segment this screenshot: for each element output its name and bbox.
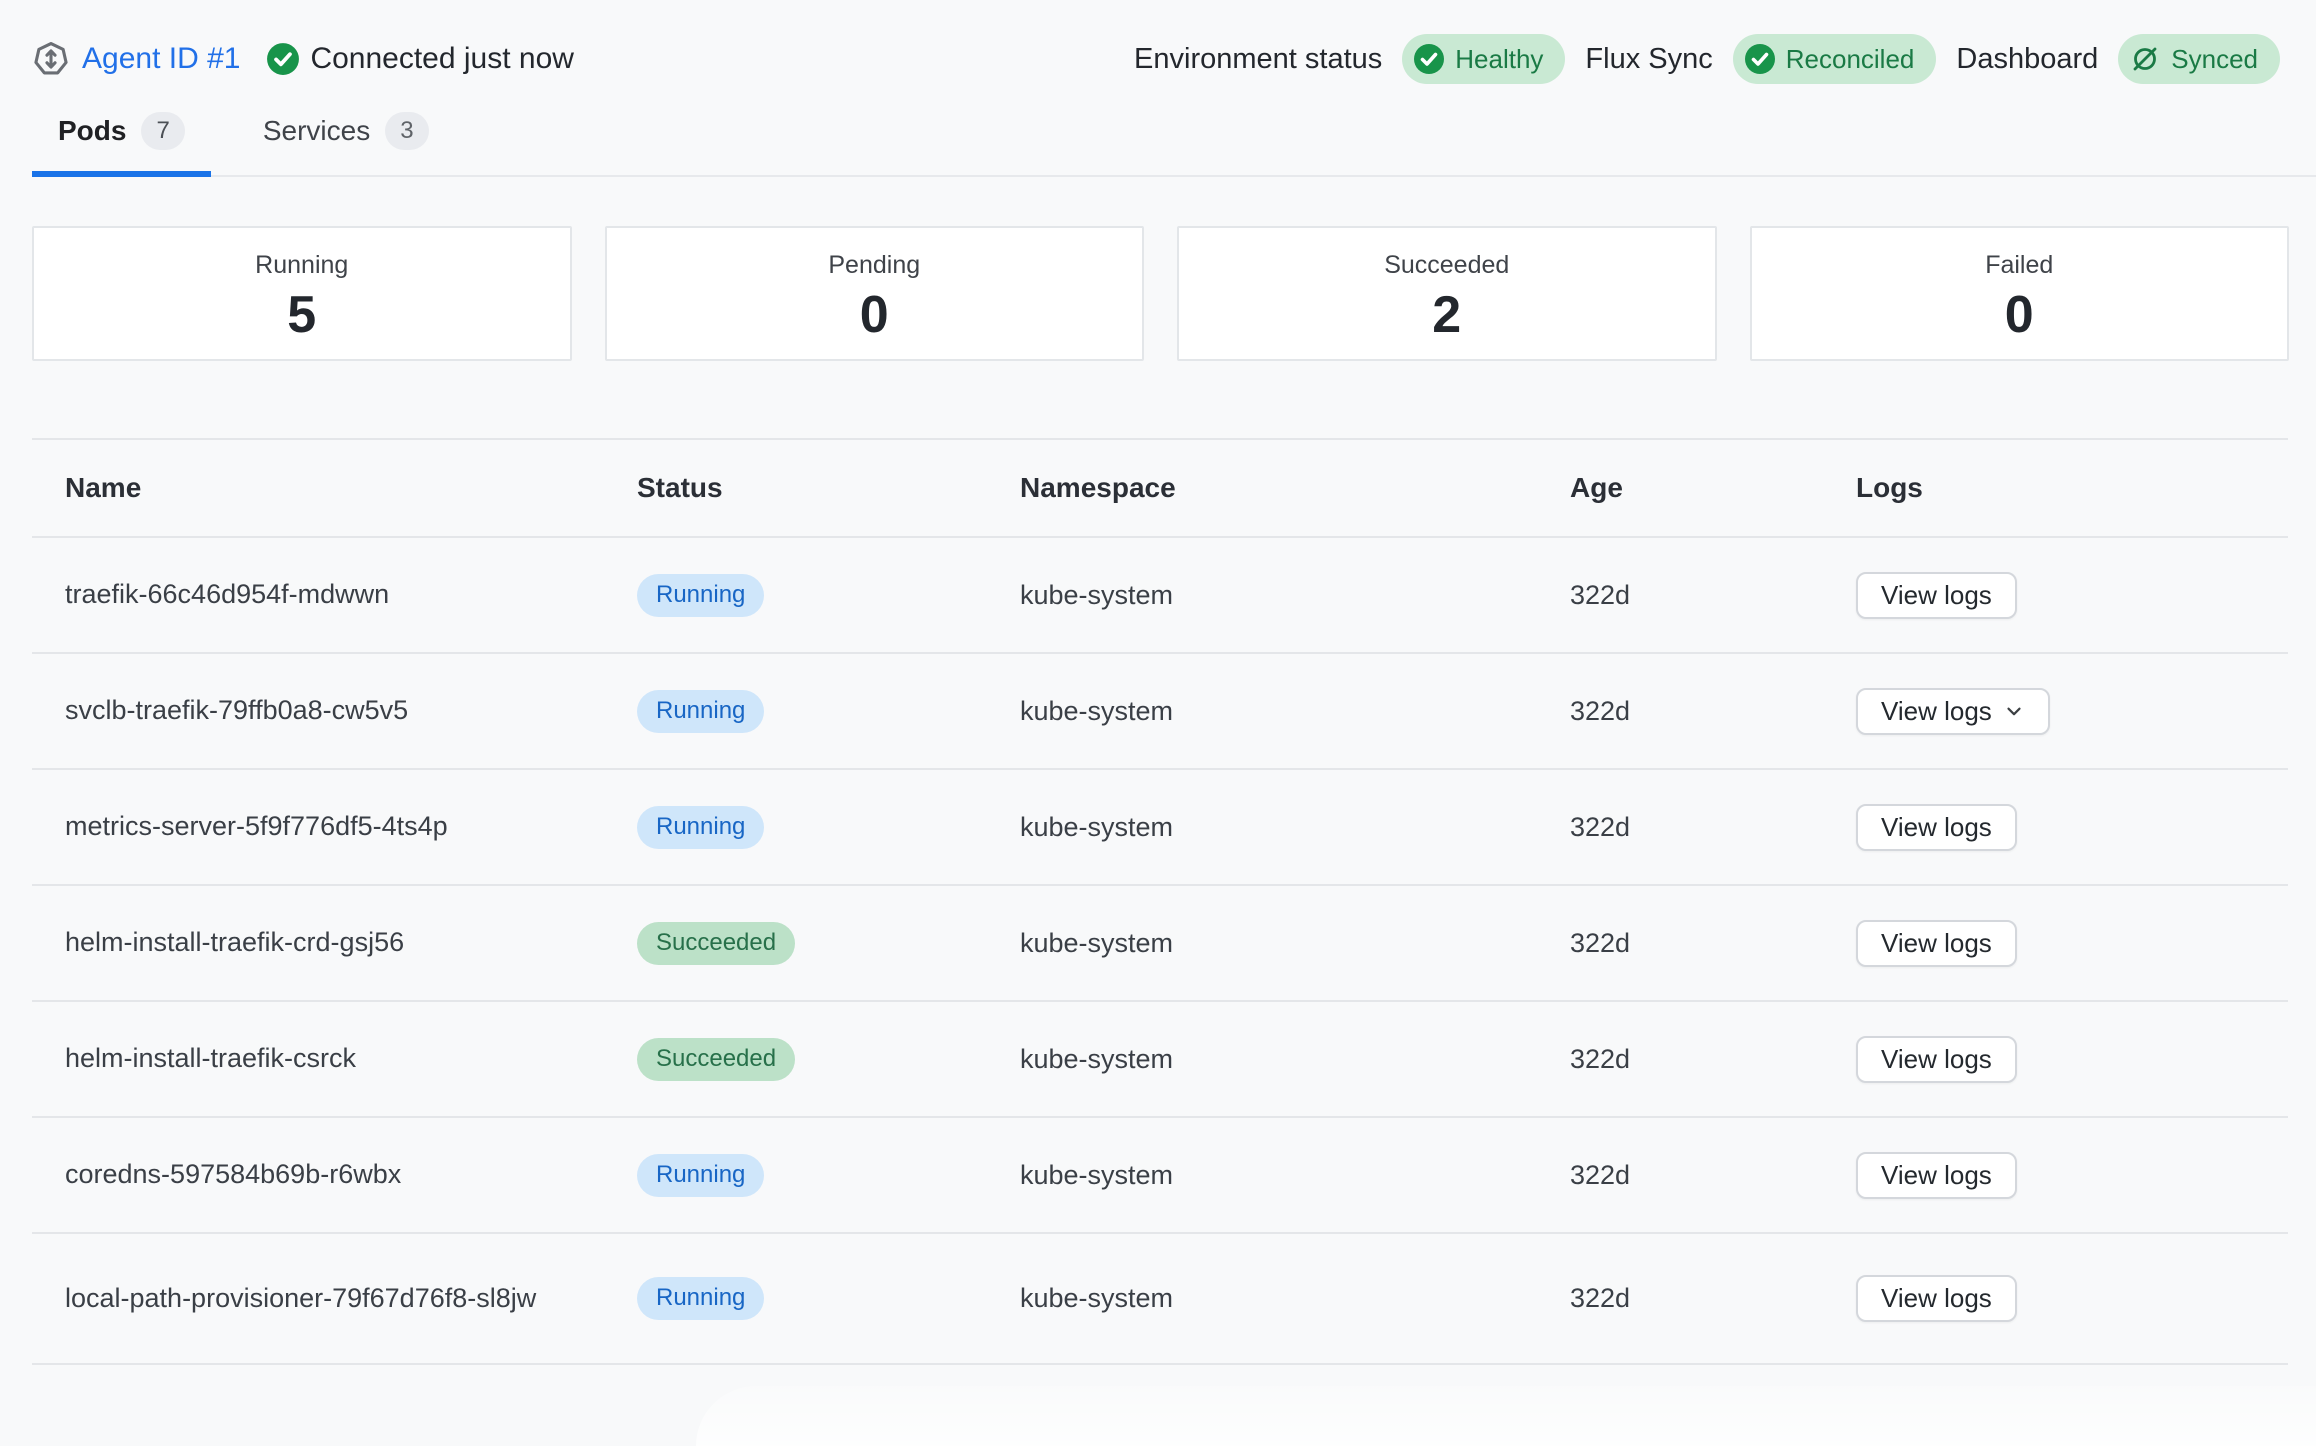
column-header-logs: Logs [1856, 472, 2288, 504]
healthy-badge-text: Healthy [1455, 46, 1543, 72]
view-logs-button[interactable]: View logs [1856, 1036, 2017, 1083]
stat-label: Running [34, 251, 570, 280]
chevron-down-icon [2003, 700, 2025, 722]
agent-heptagon-arrow-icon [32, 40, 70, 78]
view-logs-button[interactable]: View logs [1856, 804, 2017, 851]
tab-pods[interactable]: Pods 7 [32, 112, 211, 177]
pod-namespace: kube-system [1020, 1044, 1570, 1075]
stat-label: Pending [607, 251, 1143, 280]
pod-age: 322d [1570, 696, 1856, 727]
pod-name: traefik-66c46d954f-mdwwn [65, 556, 565, 634]
pod-namespace: kube-system [1020, 580, 1570, 611]
pod-age: 322d [1570, 1044, 1856, 1075]
agent-id-link[interactable]: Agent ID #1 [82, 42, 240, 76]
stat-card-pending: Pending 0 [605, 226, 1145, 361]
stat-value: 0 [607, 285, 1143, 345]
pod-name: coredns-597584b69b-r6wbx [65, 1136, 565, 1214]
status-badge: Running [637, 690, 764, 733]
column-header-age: Age [1570, 472, 1856, 504]
pod-age: 322d [1570, 1160, 1856, 1191]
healthy-badge: Healthy [1402, 34, 1565, 84]
stat-label: Succeeded [1179, 251, 1715, 280]
view-logs-button[interactable]: View logs [1856, 572, 2017, 619]
table-row: traefik-66c46d954f-mdwwn Running kube-sy… [32, 538, 2288, 654]
pod-age: 322d [1570, 928, 1856, 959]
pod-namespace: kube-system [1020, 928, 1570, 959]
reconciled-badge: Reconciled [1733, 34, 1937, 84]
pod-stats-cards: Running 5 Pending 0 Succeeded 2 Failed 0 [32, 226, 2289, 361]
table-row: metrics-server-5f9f776df5-4ts4p Running … [32, 770, 2288, 886]
pod-namespace: kube-system [1020, 1283, 1570, 1314]
table-row: local-path-provisioner-79f67d76f8-sl8jw … [32, 1234, 2288, 1365]
view-logs-button[interactable]: View logs [1856, 1275, 2017, 1322]
table-row: helm-install-traefik-csrck Succeeded kub… [32, 1002, 2288, 1118]
column-header-name: Name [65, 472, 637, 504]
environment-status-label: Environment status [1134, 43, 1382, 76]
synced-badge: Synced [2118, 34, 2280, 84]
bottom-panel-edge [696, 1386, 2316, 1446]
status-badge: Succeeded [637, 1038, 795, 1081]
table-row: helm-install-traefik-crd-gsj56 Succeeded… [32, 886, 2288, 1002]
status-badge: Running [637, 806, 764, 849]
pod-namespace: kube-system [1020, 1160, 1570, 1191]
dashboard-label: Dashboard [1956, 43, 2098, 76]
pods-table: Name Status Namespace Age Logs traefik-6… [32, 438, 2288, 1365]
stat-label: Failed [1752, 251, 2288, 280]
stat-card-running: Running 5 [32, 226, 572, 361]
sync-slash-circle-icon [2129, 43, 2161, 75]
pod-name: helm-install-traefik-crd-gsj56 [65, 904, 565, 982]
connected-check-icon [266, 42, 300, 76]
tab-services-label: Services [263, 115, 370, 147]
top-bar: Agent ID #1 Connected just now Environme… [0, 0, 2316, 88]
pod-namespace: kube-system [1020, 812, 1570, 843]
status-badge: Running [637, 574, 764, 617]
reconciled-badge-text: Reconciled [1786, 46, 1915, 72]
stat-card-succeeded: Succeeded 2 [1177, 226, 1717, 361]
check-circle-icon [1744, 43, 1776, 75]
tab-pods-label: Pods [58, 115, 126, 147]
pod-name: helm-install-traefik-csrck [65, 1020, 565, 1098]
pod-namespace: kube-system [1020, 696, 1570, 727]
table-row: svclb-traefik-79ffb0a8-cw5v5 Running kub… [32, 654, 2288, 770]
status-badge: Running [637, 1154, 764, 1197]
column-header-namespace: Namespace [1020, 472, 1570, 504]
tab-bar: Pods 7 Services 3 [32, 112, 2316, 177]
view-logs-button[interactable]: View logs [1856, 920, 2017, 967]
stat-value: 2 [1179, 285, 1715, 345]
kubernetes-dashboard-page: Agent ID #1 Connected just now Environme… [0, 0, 2316, 1446]
stat-value: 0 [1752, 285, 2288, 345]
stat-card-failed: Failed 0 [1750, 226, 2290, 361]
pod-name: metrics-server-5f9f776df5-4ts4p [65, 788, 565, 866]
table-row: coredns-597584b69b-r6wbx Running kube-sy… [32, 1118, 2288, 1234]
view-logs-dropdown-button[interactable]: View logs [1856, 688, 2050, 735]
tab-pods-count-badge: 7 [141, 112, 184, 150]
pod-name: svclb-traefik-79ffb0a8-cw5v5 [65, 672, 565, 750]
table-header-row: Name Status Namespace Age Logs [32, 440, 2288, 538]
agent-info: Agent ID #1 Connected just now [32, 40, 574, 78]
flux-sync-label: Flux Sync [1585, 43, 1712, 76]
tab-services-count-badge: 3 [385, 112, 428, 150]
environment-statuses: Environment status Healthy Flux Sync [1134, 34, 2280, 84]
connection-status-text: Connected just now [310, 42, 574, 76]
view-logs-button[interactable]: View logs [1856, 1152, 2017, 1199]
column-header-status: Status [637, 472, 1020, 504]
status-badge: Running [637, 1277, 764, 1320]
synced-badge-text: Synced [2171, 46, 2258, 72]
check-circle-icon [1413, 43, 1445, 75]
pod-age: 322d [1570, 812, 1856, 843]
stat-value: 5 [34, 285, 570, 345]
pod-name: local-path-provisioner-79f67d76f8-sl8jw [65, 1260, 565, 1338]
tab-services[interactable]: Services 3 [237, 112, 455, 177]
status-badge: Succeeded [637, 922, 795, 965]
pod-age: 322d [1570, 580, 1856, 611]
pod-age: 322d [1570, 1283, 1856, 1314]
